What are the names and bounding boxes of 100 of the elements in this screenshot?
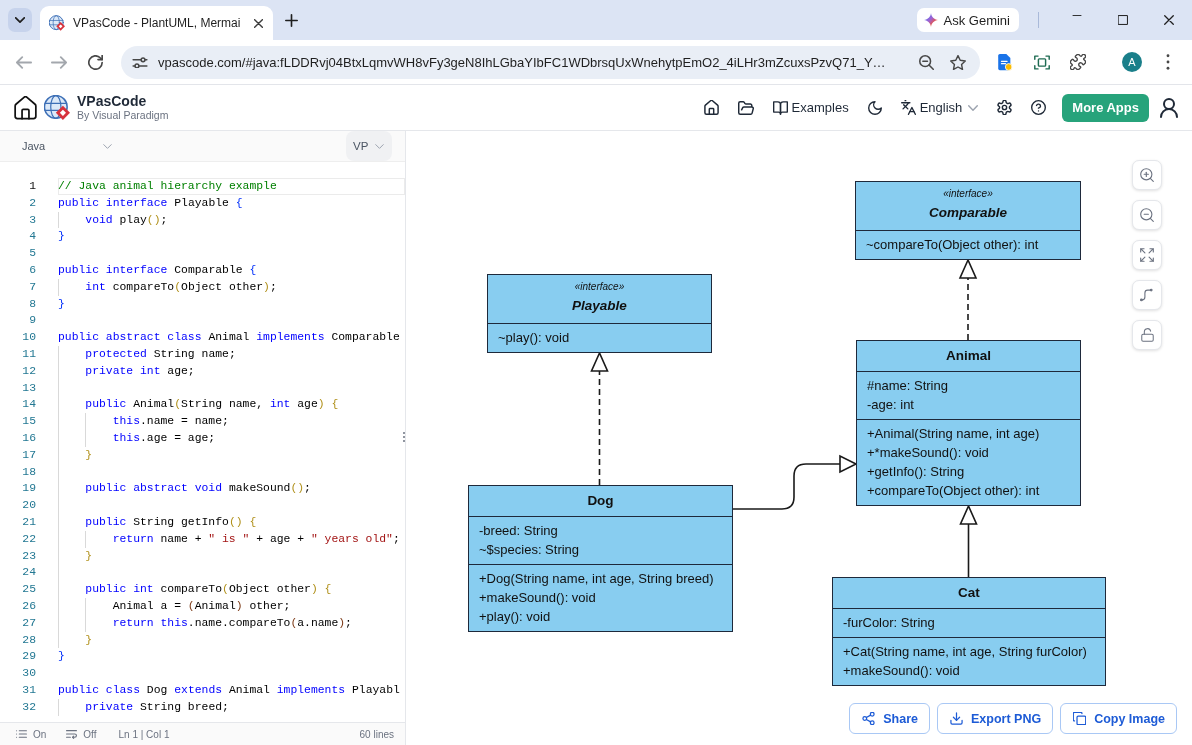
translate-icon	[900, 100, 916, 115]
word-wrap-toggle[interactable]: Off	[66, 728, 97, 740]
minimize-icon[interactable]	[1072, 15, 1082, 16]
line-number: 3	[29, 212, 36, 228]
copy-image-button[interactable]: Copy Image	[1060, 703, 1177, 734]
attribute-text: -furColor: String	[843, 614, 935, 632]
home-icon[interactable]	[703, 100, 719, 115]
attribute-text: #name: String	[867, 377, 948, 395]
connector-style-button[interactable]	[1132, 280, 1162, 310]
sparkle-icon	[923, 13, 938, 27]
method-text: ~play(): void	[498, 329, 570, 347]
star-icon[interactable]	[950, 54, 966, 70]
profile-avatar[interactable]: A	[1122, 52, 1142, 72]
line-number: 15	[22, 414, 36, 430]
settings-icon[interactable]	[997, 100, 1013, 115]
line-number: 28	[22, 632, 36, 648]
method-text: +makeSound(): void	[843, 662, 960, 680]
line-number: 18	[22, 464, 36, 480]
browser-tab[interactable]: VPasCode - PlantUML, Mermai	[40, 6, 273, 40]
curved-connector-icon	[1140, 288, 1154, 302]
puzzle-icon[interactable]	[1070, 54, 1086, 70]
method-text: +getInfo(): String	[867, 463, 965, 481]
tab-menu-button[interactable]	[8, 8, 32, 32]
line-number: 12	[22, 363, 36, 379]
chevron-down-icon	[375, 143, 384, 149]
language-dropdown[interactable]: English	[900, 100, 979, 115]
line-number: 29	[22, 649, 36, 665]
zoom-in-icon	[1140, 168, 1154, 182]
code-line: // Java animal hierarchy example	[58, 179, 277, 194]
home-icon[interactable]	[14, 95, 37, 120]
menu-icon[interactable]	[1166, 54, 1170, 70]
line-number: 9	[29, 313, 36, 329]
line-numbers-toggle[interactable]: On	[16, 728, 47, 740]
code-line: public int compareTo(Object other) {	[85, 582, 332, 598]
document-icon[interactable]	[998, 53, 1013, 71]
export-png-button[interactable]: Export PNG	[937, 703, 1054, 734]
close-icon[interactable]	[254, 18, 263, 28]
code-line: public Animal(String name, int age) {	[85, 397, 339, 413]
line-number: 4	[29, 229, 36, 245]
line-number: 22	[22, 531, 36, 547]
language-select[interactable]: Java	[14, 134, 118, 158]
line-number: 2	[29, 195, 36, 211]
code-line: private String breed;	[85, 699, 229, 715]
share-button[interactable]: Share	[849, 703, 930, 734]
method-text: ~compareTo(Object other): int	[866, 236, 1039, 254]
ask-gemini-button[interactable]: Ask Gemini	[916, 8, 1019, 32]
folder-icon[interactable]	[737, 100, 754, 115]
expand-arrows-icon	[1140, 248, 1154, 262]
chevron-down-icon	[968, 104, 979, 111]
close-icon[interactable]	[1164, 15, 1174, 25]
line-number: 14	[22, 397, 36, 413]
zoom-out-icon[interactable]	[919, 54, 934, 70]
code-line: public class Dog extends Animal implements Playabl	[58, 682, 400, 698]
class-name: Animal	[946, 347, 991, 365]
site-settings-icon[interactable]	[132, 56, 148, 68]
class-name: Comparable	[929, 204, 1007, 222]
copy-icon	[1073, 712, 1087, 725]
reload-icon[interactable]	[88, 54, 103, 70]
attribute-text: -age: int	[867, 396, 914, 414]
code-line: private int age;	[85, 363, 195, 379]
line-number: 30	[22, 666, 36, 682]
line-number: 19	[22, 481, 36, 497]
theme-select[interactable]: VP	[346, 131, 392, 161]
code-line: public interface Comparable {	[58, 263, 257, 278]
open-padlock-icon	[1140, 328, 1154, 342]
line-number: 24	[22, 565, 36, 581]
attribute-text: -breed: String	[479, 522, 558, 540]
zoom-out-button[interactable]	[1132, 200, 1162, 230]
examples-button[interactable]: Examples	[772, 100, 849, 115]
fit-screen-button[interactable]	[1132, 240, 1162, 270]
code-line: public abstract void makeSound();	[85, 481, 311, 497]
plus-icon[interactable]	[285, 13, 298, 27]
method-text: +Cat(String name, int age, String furColor)	[843, 643, 1087, 661]
line-number: 21	[22, 514, 36, 530]
code-line: }	[85, 447, 93, 463]
help-icon[interactable]	[1031, 100, 1047, 115]
user-icon[interactable]	[1160, 97, 1178, 118]
address-field[interactable]: vpascode.com/#java:fLDDRvj04BtxLqmvWH8vFy3geN8IhLGbaYIbFC1WDbrsqUxWnehytpEmO2_4iLHr3mZcuxsPzvQ71_Y…	[121, 45, 980, 79]
line-number: 10	[22, 330, 36, 346]
line-number: 20	[22, 498, 36, 514]
line-number: 23	[22, 548, 36, 564]
zoom-in-button[interactable]	[1132, 160, 1162, 190]
maximize-icon[interactable]	[1118, 15, 1128, 25]
code-line: }	[58, 229, 65, 245]
line-count: 60 lines	[359, 728, 394, 740]
code-line: }	[85, 548, 93, 564]
zoom-out-icon	[1140, 208, 1154, 222]
line-number: 7	[29, 279, 36, 295]
code-line: protected String name;	[85, 346, 236, 362]
line-number: 17	[22, 447, 36, 463]
moon-icon[interactable]	[867, 100, 882, 115]
method-text: +makeSound(): void	[479, 589, 596, 607]
line-number: 5	[29, 246, 36, 262]
line-number: 31	[22, 682, 36, 698]
code-line: }	[58, 296, 65, 312]
stereotype-label: «interface»	[943, 187, 993, 201]
brand-name: VPasCode	[77, 93, 148, 109]
screen-capture-icon[interactable]	[1034, 54, 1050, 70]
line-number: 27	[22, 615, 36, 631]
lock-button[interactable]	[1132, 320, 1162, 350]
